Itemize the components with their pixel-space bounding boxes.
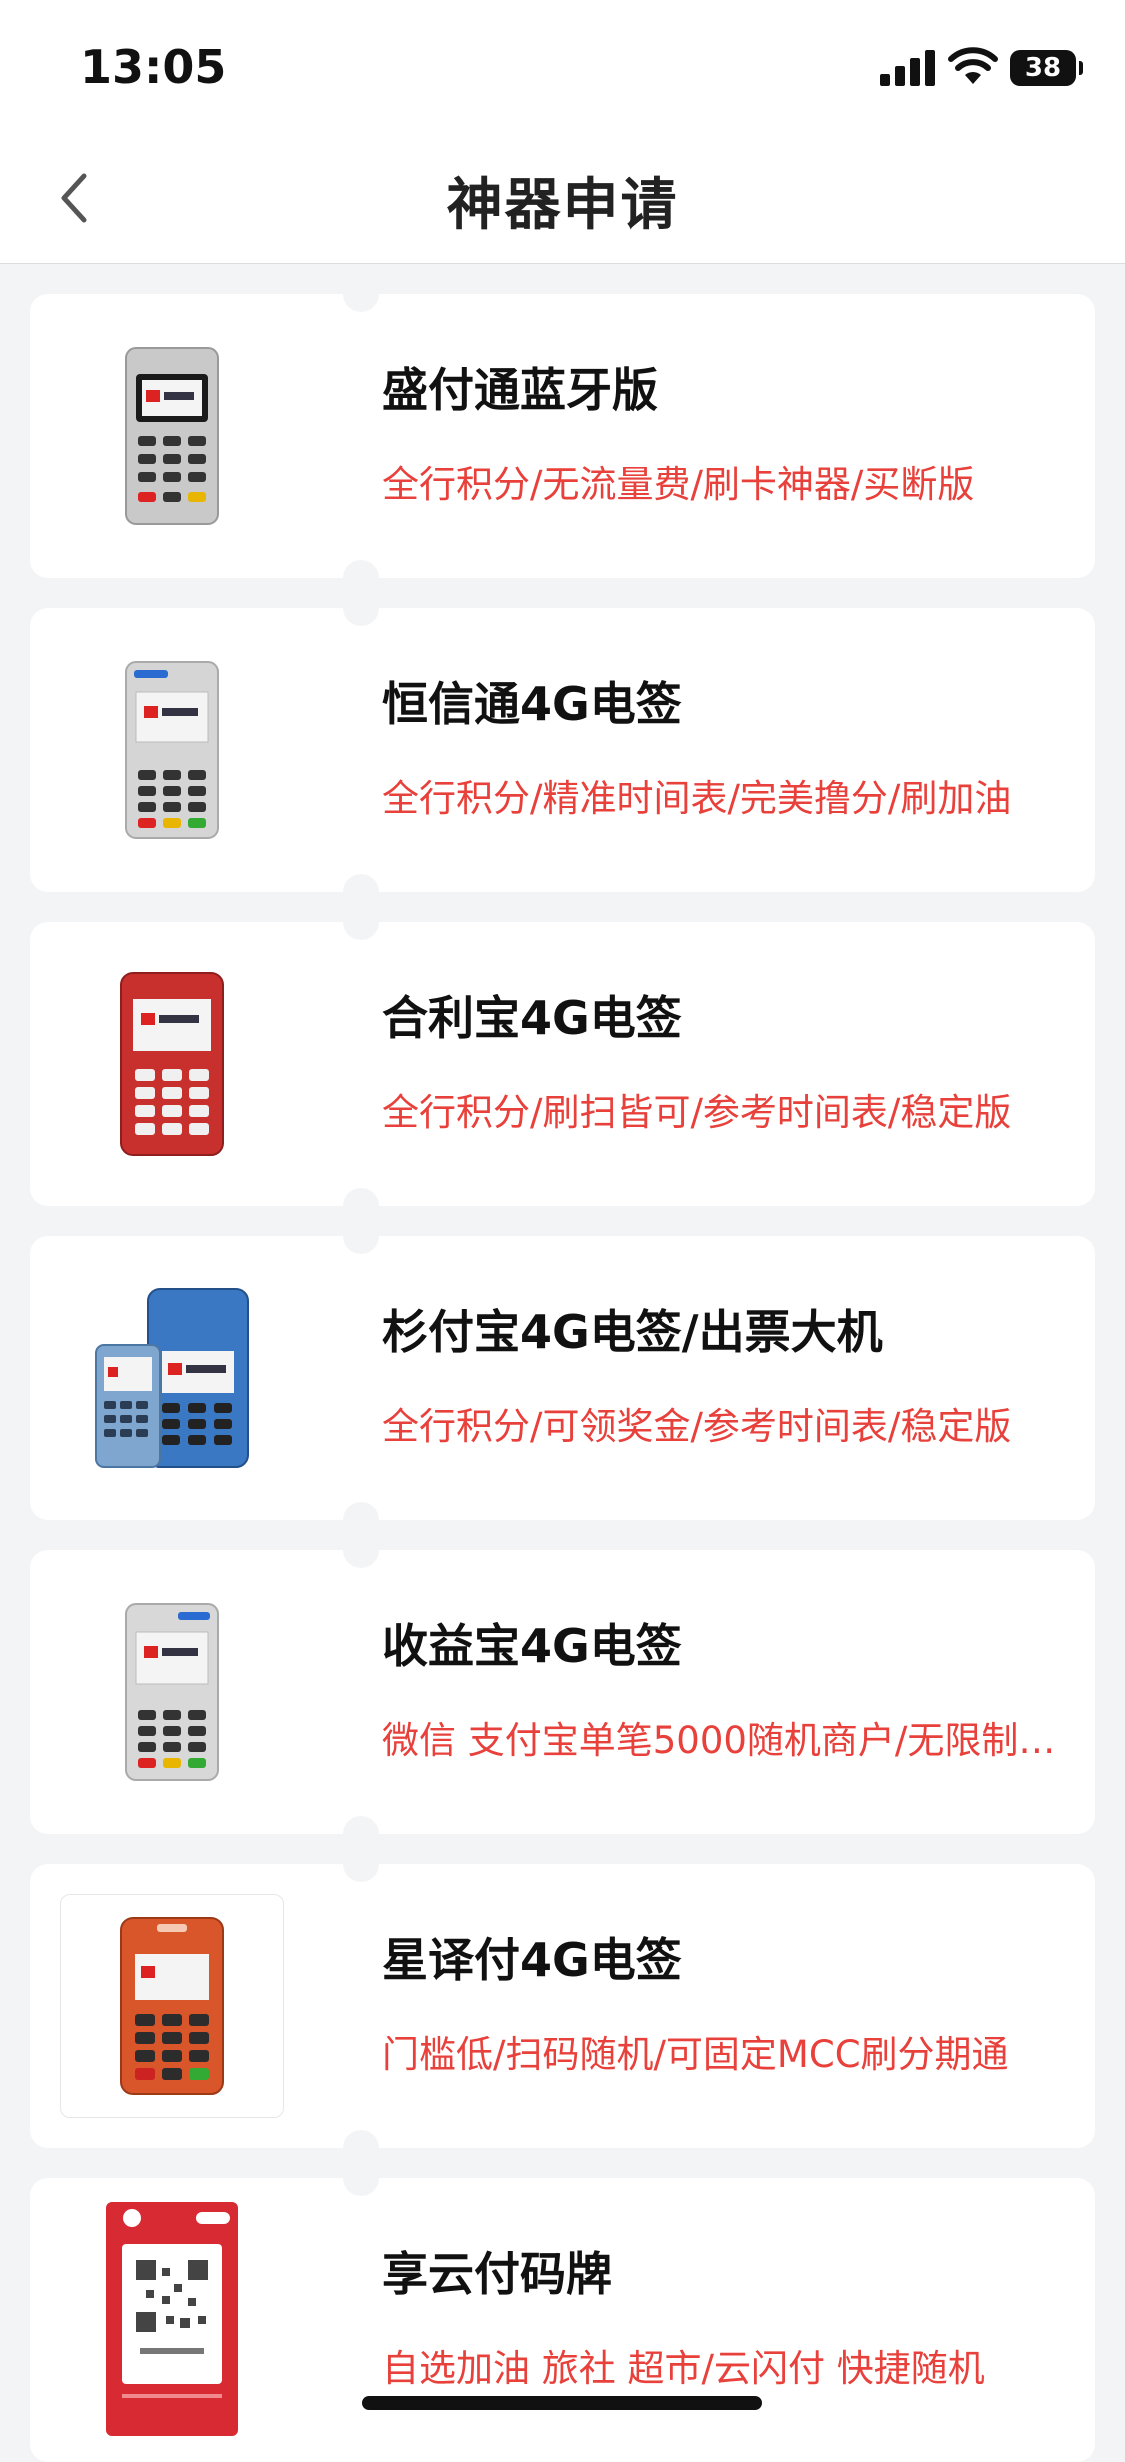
product-name: 恒信通4G电签 [382, 677, 682, 731]
product-card[interactable]: 合利宝4G电签 全行积分/刷扫皆可/参考时间表/稳定版 [30, 904, 1095, 1224]
product-name: 合利宝4G电签 [382, 991, 682, 1045]
product-card[interactable]: 收益宝4G电签 微信 支付宝单笔5000随机商户/无限制刷卡 [30, 1532, 1095, 1852]
wifi-icon [948, 47, 998, 84]
product-description: 门槛低/扫码随机/可固定MCC刷分期通 [382, 2033, 1009, 2076]
home-indicator[interactable] [362, 2396, 762, 2410]
product-image [60, 1580, 284, 1804]
product-description: 全行积分/无流量费/刷卡神器/买断版 [382, 463, 975, 506]
product-description: 全行积分/刷扫皆可/参考时间表/稳定版 [382, 1091, 1012, 1134]
product-image [60, 1894, 284, 2118]
battery-icon: 38 [1010, 50, 1083, 86]
product-name: 收益宝4G电签 [382, 1619, 682, 1673]
status-time: 13:05 [80, 40, 227, 94]
product-description: 微信 支付宝单笔5000随机商户/无限制刷卡 [382, 1719, 1082, 1762]
product-card[interactable]: 恒信通4G电签 全行积分/精准时间表/完美撸分/刷加油 [30, 590, 1095, 910]
nav-bar: 神器申请 [0, 130, 1125, 264]
cellular-signal-icon [880, 50, 935, 86]
product-image [60, 952, 284, 1176]
product-image [60, 2198, 284, 2436]
product-image [60, 638, 284, 862]
product-description: 自选加油 旅社 超市/云闪付 快捷随机 [382, 2347, 985, 2390]
product-name: 星译付4G电签 [382, 1933, 682, 1987]
product-image [60, 1266, 284, 1490]
product-card[interactable]: 盛付通蓝牙版 全行积分/无流量费/刷卡神器/买断版 [30, 276, 1095, 596]
product-description: 全行积分/可领奖金/参考时间表/稳定版 [382, 1405, 1012, 1448]
product-name: 盛付通蓝牙版 [382, 363, 658, 417]
product-name: 杉付宝4G电签/出票大机 [382, 1305, 883, 1359]
product-name: 享云付码牌 [382, 2247, 612, 2301]
product-card[interactable]: 杉付宝4G电签/出票大机 全行积分/可领奖金/参考时间表/稳定版 [30, 1218, 1095, 1538]
product-card[interactable]: 星译付4G电签 门槛低/扫码随机/可固定MCC刷分期通 [30, 1846, 1095, 2166]
product-card[interactable]: 享云付码牌 自选加油 旅社 超市/云闪付 快捷随机 [30, 2160, 1095, 2462]
product-description: 全行积分/精准时间表/完美撸分/刷加油 [382, 777, 1012, 820]
page-title: 神器申请 [446, 173, 679, 238]
product-image [60, 324, 284, 548]
status-bar: 13:05 38 [0, 0, 1125, 130]
